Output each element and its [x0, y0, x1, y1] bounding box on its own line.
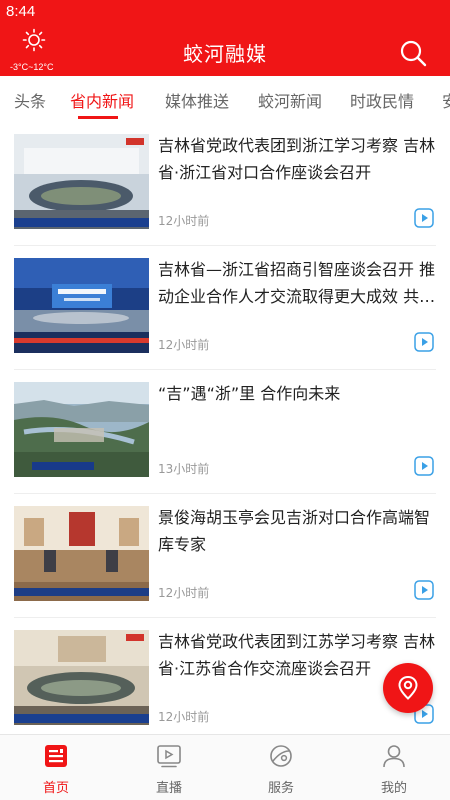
tab-province-news[interactable]: 省内新闻	[70, 88, 134, 112]
video-play-icon[interactable]	[414, 580, 434, 600]
tab-next[interactable]: 安	[442, 88, 450, 112]
news-item[interactable]: 吉林省党政代表团到江苏学习考察 吉林省·江苏省合作交流座谈会召开 12小时前	[0, 618, 450, 734]
news-thumbnail	[14, 630, 149, 725]
news-time: 13小时前	[158, 462, 210, 476]
app-header: 8:44 -3°C~12°C 蛟河融媒	[0, 0, 450, 76]
location-button[interactable]	[383, 663, 433, 713]
live-video-icon	[157, 745, 181, 768]
service-planet-icon	[270, 745, 292, 767]
news-title: 吉林省—浙江省招商引智座谈会召开 推动企业合作人才交流取得更大成效 共…	[158, 260, 436, 306]
news-home-icon	[45, 745, 67, 767]
app-title: 蛟河融媒	[183, 42, 267, 66]
tab-jiaohe-news[interactable]: 蛟河新闻	[258, 88, 322, 112]
nav-label: 首页	[42, 781, 69, 796]
news-title: 景俊海胡玉亭会见吉浙对口合作高端智库专家	[158, 508, 431, 554]
location-pin-icon	[398, 675, 418, 700]
tab-headlines[interactable]: 头条	[14, 88, 46, 112]
nav-label: 我的	[380, 781, 407, 796]
video-play-icon[interactable]	[414, 208, 434, 228]
news-item[interactable]: “吉”遇“浙”里 合作向未来 13小时前	[0, 370, 450, 494]
video-play-icon[interactable]	[414, 332, 434, 352]
nav-live[interactable]: 直播	[113, 735, 225, 800]
status-bar-time: 8:44	[6, 3, 36, 20]
category-tabs: 头条 省内新闻 媒体推送 蛟河新闻 时政民情 安	[0, 76, 450, 122]
news-thumbnail	[14, 506, 149, 601]
news-item[interactable]: 景俊海胡玉亭会见吉浙对口合作高端智库专家 12小时前	[0, 494, 450, 618]
tab-media-push[interactable]: 媒体推送	[165, 88, 229, 112]
nav-profile[interactable]: 我的	[338, 735, 450, 800]
news-item[interactable]: 吉林省—浙江省招商引智座谈会召开 推动企业合作人才交流取得更大成效 共… 12小…	[0, 246, 450, 370]
user-profile-icon	[383, 745, 405, 768]
news-time: 12小时前	[158, 338, 210, 352]
news-title: “吉”遇“浙”里 合作向未来	[158, 384, 341, 403]
nav-home[interactable]: 首页	[0, 735, 112, 800]
news-time: 12小时前	[158, 710, 210, 724]
news-time: 12小时前	[158, 214, 210, 228]
search-button[interactable]	[398, 38, 428, 68]
video-play-icon[interactable]	[414, 456, 434, 476]
news-title: 吉林省党政代表团到浙江学习考察 吉林省·浙江省对口合作座谈会召开	[158, 136, 436, 182]
news-thumbnail	[14, 382, 149, 477]
search-icon	[400, 40, 427, 67]
nav-label: 服务	[267, 781, 294, 796]
active-tab-indicator	[78, 116, 118, 119]
news-feed: 吉林省党政代表团到浙江学习考察 吉林省·浙江省对口合作座谈会召开 12小时前 吉…	[0, 122, 450, 734]
bottom-navigation: 首页 直播 服务 我的	[0, 734, 450, 800]
nav-services[interactable]: 服务	[225, 735, 337, 800]
news-item[interactable]: 吉林省党政代表团到浙江学习考察 吉林省·浙江省对口合作座谈会召开 12小时前	[0, 122, 450, 246]
nav-label: 直播	[155, 781, 182, 796]
news-thumbnail	[14, 134, 149, 229]
news-thumbnail	[14, 258, 149, 353]
tab-politics-people[interactable]: 时政民情	[350, 88, 414, 112]
news-time: 12小时前	[158, 586, 210, 600]
